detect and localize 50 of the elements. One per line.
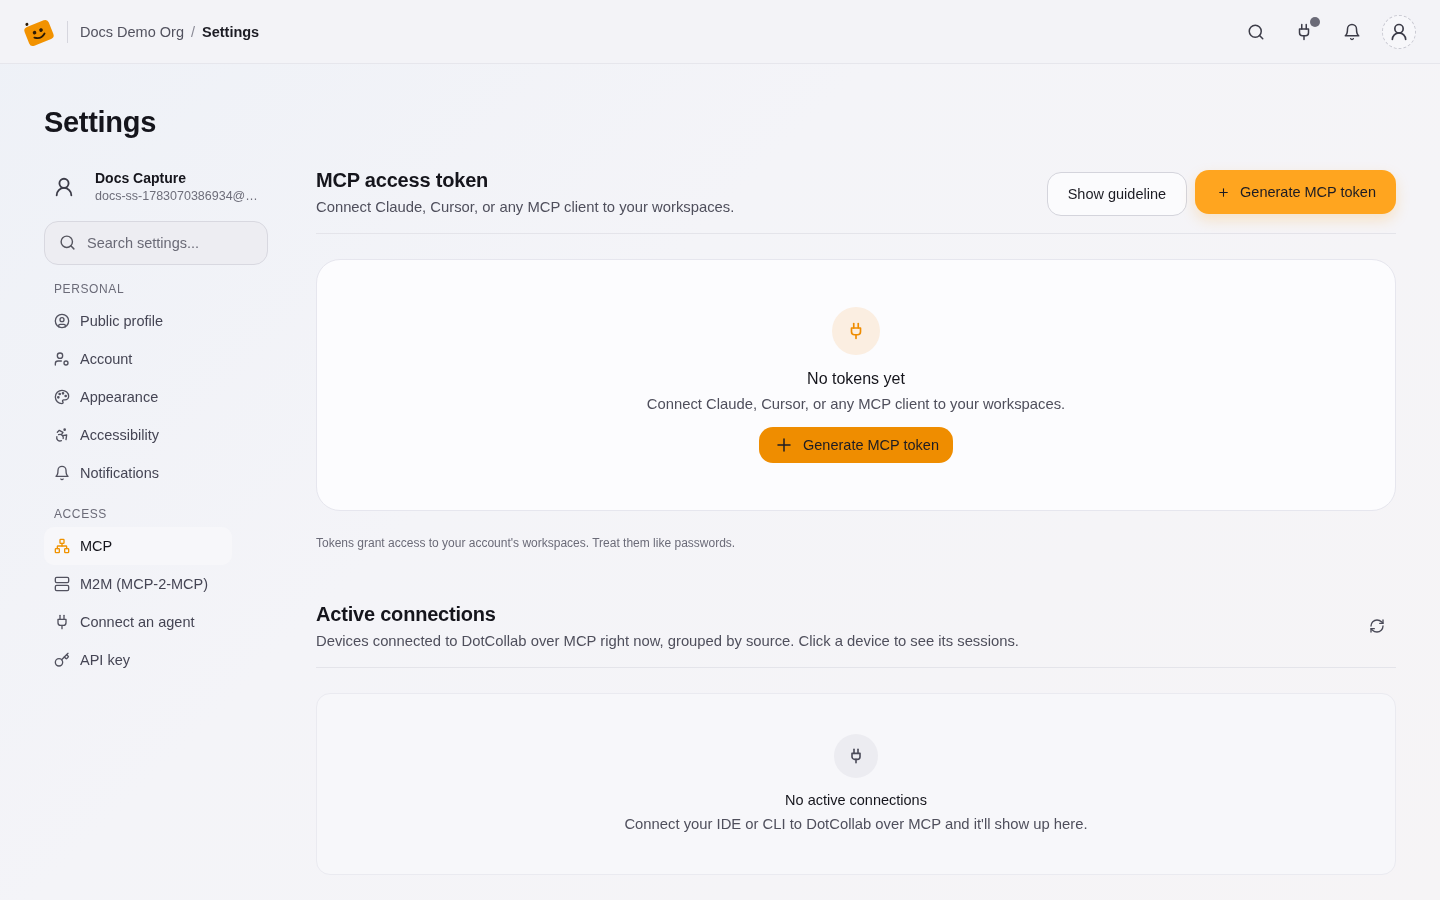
accessibility-icon [54, 427, 70, 443]
empty-state-title: No active connections [785, 791, 927, 810]
section-description: Connect Claude, Cursor, or any MCP client to your workspaces. [316, 198, 735, 217]
empty-state-text: Connect Claude, Cursor, or any MCP client to your workspaces. [646, 395, 1066, 414]
sidebar-item[interactable]: Connect an agent [44, 603, 232, 641]
section-title: Active connections [316, 602, 497, 627]
page-title: Settings [44, 105, 157, 139]
empty-state-title: No tokens yet [807, 369, 905, 389]
user-icon [1389, 21, 1409, 42]
section-heading: PERSONAL [53, 281, 126, 297]
sidebar-item[interactable]: Accessibility [44, 416, 232, 454]
sidebar-item[interactable]: Public profile [44, 302, 232, 340]
breadcrumb-link[interactable]: Docs Demo Org [80, 23, 184, 40]
key-icon [54, 652, 70, 668]
token-note: Tokens grant access to your account's workspaces. Treat them like passwords. [316, 535, 737, 551]
user-email: docs-ss-1783070386934@… [95, 188, 258, 204]
sidebar-item[interactable]: M2M (MCP-2-MCP) [44, 565, 232, 603]
sidebar-item[interactable]: API key [44, 641, 232, 679]
sidebar-item[interactable]: Appearance [44, 378, 232, 416]
sidebar-item[interactable]: Notifications [44, 454, 232, 492]
generate-token-button[interactable]: Generate MCP token [759, 427, 953, 463]
plus-icon [1217, 185, 1231, 199]
plug-icon [54, 614, 70, 630]
search-icon[interactable] [1247, 22, 1265, 41]
section-heading: ACCESS [53, 506, 108, 522]
search-icon [59, 234, 76, 251]
user-icon [53, 176, 75, 198]
search-field[interactable]: Search settings... [44, 221, 268, 265]
palette-icon [54, 389, 70, 405]
plug-icon [832, 307, 880, 355]
avatar-button[interactable] [1382, 14, 1416, 49]
sidebar-item[interactable]: MCP [44, 527, 232, 565]
user-circle-icon [54, 313, 70, 329]
sidebar-item[interactable]: Account [44, 340, 232, 378]
plus-icon [775, 436, 793, 454]
bell-icon [54, 465, 70, 481]
refresh-icon[interactable] [1369, 618, 1385, 634]
server-icon [54, 576, 70, 592]
generate-token-button[interactable]: Generate MCP token [1195, 170, 1396, 214]
hierarchy-icon [54, 538, 70, 554]
show-guideline-button[interactable]: Show guideline [1046, 172, 1188, 216]
plug-icon [834, 734, 878, 778]
empty-state-text: Connect your IDE or CLI to DotCollab over MCP and it'll show up here. [624, 815, 1088, 834]
user-gear-icon [54, 351, 70, 367]
user-name: Docs Capture [95, 170, 188, 187]
bell-icon[interactable] [1343, 22, 1361, 41]
section-description: Devices connected to DotCollab over MCP right now, grouped by source. Click a device to see its sessions. [316, 632, 1019, 651]
section-title: MCP access token [316, 168, 490, 193]
breadcrumb-separator: / [190, 23, 195, 40]
breadcrumb-current: Settings [202, 23, 260, 40]
